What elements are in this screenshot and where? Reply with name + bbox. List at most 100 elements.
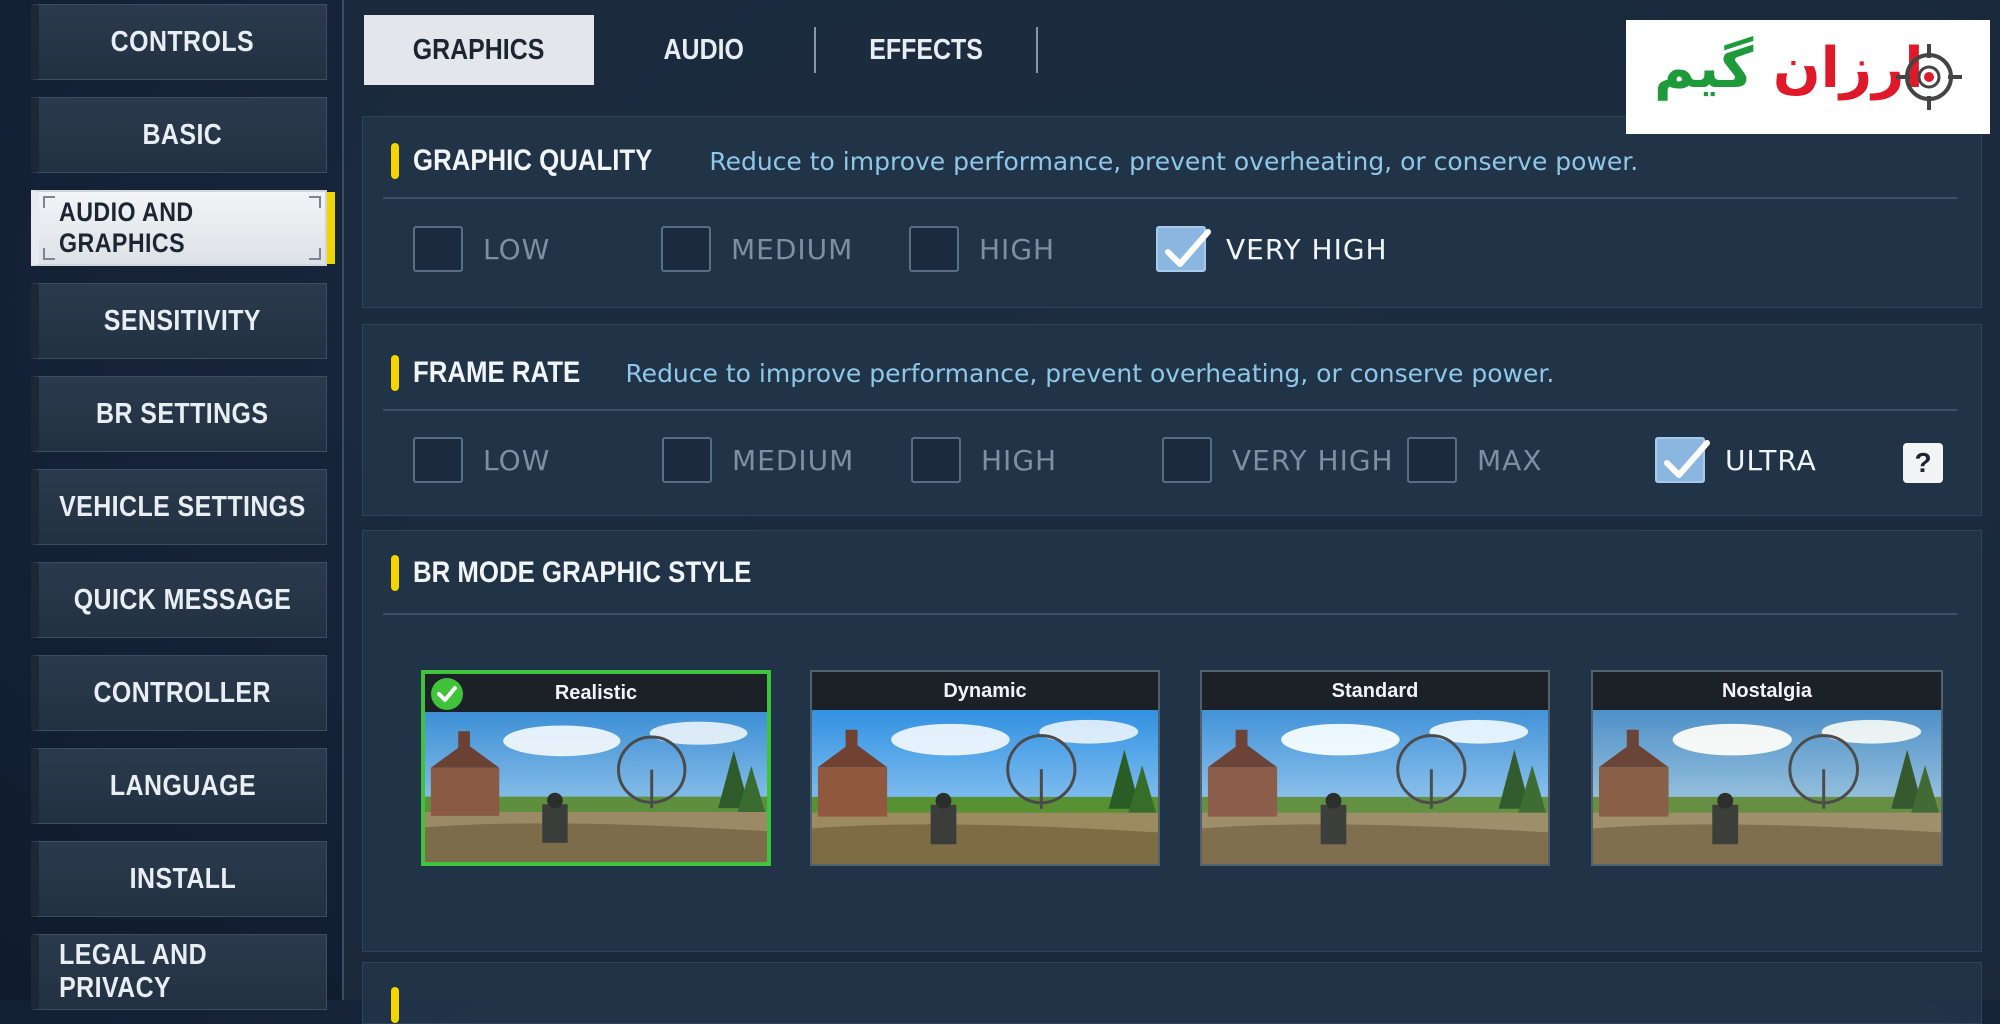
frame-corner	[43, 196, 55, 208]
frame-rate-option-high[interactable]: HIGH	[911, 437, 1057, 483]
sidebar-item-label: SENSITIVITY	[103, 304, 262, 337]
sidebar-item-br-settings[interactable]: BR SETTINGS	[31, 376, 327, 452]
help-icon[interactable]: ?	[1903, 443, 1943, 483]
section-header: GRAPHIC QUALITY Reduce to improve perfor…	[391, 143, 1638, 179]
style-card-dynamic[interactable]: Dynamic	[810, 670, 1160, 866]
logo-text: ارزان گیم	[1654, 36, 1924, 101]
section-divider	[383, 197, 1957, 199]
tab-graphics[interactable]: GRAPHICS	[364, 15, 594, 85]
checkmark-icon	[1664, 440, 1710, 478]
style-preview-image	[1202, 710, 1548, 864]
section-title: FRAME RATE	[413, 356, 581, 389]
tab-bar: GRAPHICS AUDIO EFFECTS	[364, 15, 1038, 85]
checkbox[interactable]	[911, 437, 961, 483]
checkbox[interactable]	[662, 437, 712, 483]
sidebar-item-audio-and-graphics[interactable]: AUDIO AND GRAPHICS	[31, 190, 335, 266]
style-card-nostalgia[interactable]: Nostalgia	[1591, 670, 1943, 866]
option-label: MEDIUM	[732, 443, 855, 477]
sidebar-item-label: LEGAL AND PRIVACY	[59, 939, 208, 1004]
option-label: VERY HIGH	[1232, 443, 1394, 477]
crosshair-icon	[1896, 44, 1962, 110]
frame-rate-option-very-high[interactable]: VERY HIGH	[1162, 437, 1394, 483]
sidebar-item-basic[interactable]: BASIC	[31, 97, 327, 173]
frame-rate-option-max[interactable]: MAX	[1407, 437, 1543, 483]
section-accent-bar	[391, 355, 399, 391]
section-description: Reduce to improve performance, prevent o…	[625, 358, 1555, 388]
option-label: LOW	[483, 232, 551, 266]
sidebar-item-vehicle-settings[interactable]: VEHICLE SETTINGS	[31, 469, 327, 545]
graphic-quality-option-very-high[interactable]: VERY HIGH	[1156, 226, 1388, 272]
tab-label: AUDIO	[663, 33, 745, 66]
option-label: VERY HIGH	[1226, 232, 1388, 266]
frame-corner	[309, 196, 321, 208]
section-header: FRAME RATE Reduce to improve performance…	[391, 355, 1554, 391]
sidebar-item-label: VEHICLE SETTINGS	[59, 490, 306, 523]
tab-divider	[1036, 27, 1038, 73]
tab-label: EFFECTS	[869, 33, 983, 66]
watermark-logo: ارزان گیم	[1626, 20, 1990, 134]
style-card-title: Realistic	[425, 674, 767, 712]
section-accent-bar	[391, 555, 399, 591]
frame-corner	[309, 248, 321, 260]
sidebar-item-language[interactable]: LANGUAGE	[31, 748, 327, 824]
option-label: ULTRA	[1725, 443, 1817, 477]
style-card-realistic[interactable]: Realistic	[421, 670, 771, 866]
section-divider	[383, 613, 1957, 615]
sidebar-item-label: LANGUAGE	[109, 769, 256, 802]
section-header: BR MODE GRAPHIC STYLE	[391, 555, 806, 591]
section-description: Reduce to improve performance, prevent o…	[709, 146, 1639, 176]
checkbox-checked[interactable]	[1156, 226, 1211, 272]
option-label: MAX	[1477, 443, 1543, 477]
option-label: HIGH	[981, 443, 1058, 477]
checkmark-icon	[1165, 229, 1211, 267]
style-preview-image	[1593, 710, 1941, 864]
frame-rate-option-ultra[interactable]: ULTRA	[1655, 437, 1817, 483]
graphic-quality-option-medium[interactable]: MEDIUM	[661, 226, 853, 272]
sidebar-item-legal-and-privacy[interactable]: LEGAL AND PRIVACY	[31, 934, 327, 1010]
sidebar-item-label: BR SETTINGS	[96, 397, 269, 430]
next-section-partial	[362, 962, 1982, 1024]
tab-audio[interactable]: AUDIO	[594, 15, 814, 85]
style-preview-image	[812, 710, 1158, 864]
option-label: MEDIUM	[731, 232, 854, 266]
frame-rate-option-medium[interactable]: MEDIUM	[662, 437, 854, 483]
tab-label: GRAPHICS	[413, 33, 545, 66]
style-card-standard[interactable]: Standard	[1200, 670, 1550, 866]
graphic-quality-option-high[interactable]: HIGH	[909, 226, 1055, 272]
sidebar-item-label: CONTROLLER	[93, 676, 272, 709]
graphic-quality-option-low[interactable]: LOW	[413, 226, 550, 272]
checkbox[interactable]	[909, 226, 959, 272]
sidebar-item-controller[interactable]: CONTROLLER	[31, 655, 327, 731]
checkbox[interactable]	[1162, 437, 1212, 483]
frame-rate-option-low[interactable]: LOW	[413, 437, 550, 483]
section-accent-bar	[391, 987, 399, 1023]
checkbox[interactable]	[661, 226, 711, 272]
sidebar-item-label: QUICK MESSAGE	[73, 583, 292, 616]
style-card-title: Dynamic	[812, 672, 1158, 710]
section-accent-bar	[391, 143, 399, 179]
graphic-quality-section: GRAPHIC QUALITY Reduce to improve perfor…	[362, 116, 1982, 308]
option-label: HIGH	[979, 232, 1056, 266]
sidebar-item-label: AUDIO AND GRAPHICS	[59, 197, 194, 258]
tab-effects[interactable]: EFFECTS	[816, 15, 1036, 85]
sidebar-item-controls[interactable]: CONTROLS	[31, 4, 327, 80]
sidebar-item-sensitivity[interactable]: SENSITIVITY	[31, 283, 327, 359]
checkbox[interactable]	[1407, 437, 1457, 483]
sidebar-item-label: CONTROLS	[110, 25, 255, 58]
style-card-title: Standard	[1202, 672, 1548, 710]
checkbox[interactable]	[413, 226, 463, 272]
logo-text-green: گیم	[1654, 36, 1754, 101]
option-label: LOW	[483, 443, 551, 477]
section-title: BR MODE GRAPHIC STYLE	[413, 556, 752, 589]
sidebar-item-install[interactable]: INSTALL	[31, 841, 327, 917]
section-title: GRAPHIC QUALITY	[413, 144, 653, 177]
sidebar-item-quick-message[interactable]: QUICK MESSAGE	[31, 562, 327, 638]
section-divider	[383, 409, 1957, 411]
frame-rate-section: FRAME RATE Reduce to improve performance…	[362, 324, 1982, 516]
style-preview-image	[425, 712, 767, 862]
selected-check-icon	[431, 678, 463, 710]
frame-corner	[43, 248, 55, 260]
checkbox[interactable]	[413, 437, 463, 483]
checkbox-checked[interactable]	[1655, 437, 1710, 483]
sidebar-item-label: BASIC	[142, 118, 223, 151]
